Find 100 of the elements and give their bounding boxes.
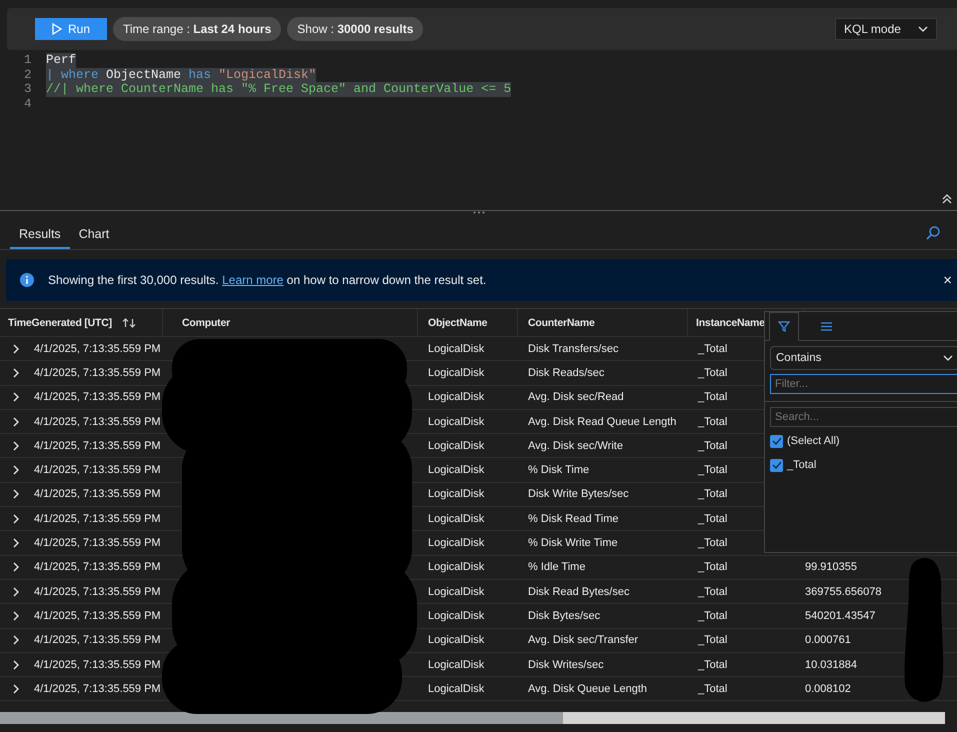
table-cell: _Total bbox=[698, 416, 728, 428]
line-number: 2 bbox=[23, 68, 33, 82]
table-cell: % Disk Write Time bbox=[528, 537, 618, 550]
table-cell: _Total bbox=[698, 682, 728, 695]
table-cell: 4/1/2025, 7:13:35.559 PM bbox=[34, 391, 161, 404]
table-cell: Avg. Disk sec/Read bbox=[528, 391, 624, 404]
sort-icon[interactable] bbox=[122, 318, 136, 328]
table-cell: % Idle Time bbox=[528, 561, 586, 574]
table-cell: 4/1/2025, 7:13:35.559 PM bbox=[34, 586, 161, 598]
table-cell: 10.031884 bbox=[805, 658, 857, 670]
table-cell: Avg. Disk sec/Write bbox=[528, 440, 623, 452]
table-cell: 369755.656078 bbox=[805, 586, 882, 598]
play-icon bbox=[52, 23, 62, 35]
expand-icon[interactable] bbox=[13, 489, 19, 500]
chevron-down-icon bbox=[943, 355, 953, 361]
table-cell: 4/1/2025, 7:13:35.559 PM bbox=[34, 488, 161, 500]
expand-icon[interactable] bbox=[13, 392, 19, 402]
results-tab[interactable]: Results bbox=[10, 227, 70, 249]
table-cell: _Total bbox=[698, 561, 728, 574]
table-cell: Disk Transfers/sec bbox=[528, 342, 618, 355]
operator-dropdown[interactable]: Contains bbox=[770, 346, 957, 370]
table-cell: 4/1/2025, 7:13:35.559 PM bbox=[34, 464, 161, 476]
table-cell: Disk Writes/sec bbox=[528, 658, 604, 670]
expand-icon[interactable] bbox=[13, 660, 19, 670]
expand-icon[interactable] bbox=[13, 562, 19, 572]
table-cell: Disk Bytes/sec bbox=[528, 610, 600, 622]
table-cell: LogicalDisk bbox=[428, 391, 484, 404]
table-cell: _Total bbox=[698, 440, 728, 452]
info-icon bbox=[20, 273, 34, 287]
table-cell: 4/1/2025, 7:13:35.559 PM bbox=[34, 658, 161, 670]
chevron-down-icon bbox=[918, 26, 928, 32]
expand-icon[interactable] bbox=[13, 610, 19, 621]
table-cell: 4/1/2025, 7:13:35.559 PM bbox=[34, 342, 161, 355]
horizontal-scrollbar[interactable] bbox=[0, 712, 945, 724]
learn-more-link[interactable]: Learn more bbox=[222, 273, 284, 287]
results-tab[interactable]: Chart bbox=[70, 227, 118, 249]
mode-dropdown[interactable]: KQL mode bbox=[835, 18, 937, 40]
table-cell: LogicalDisk bbox=[428, 512, 484, 525]
table-cell: Disk Read Bytes/sec bbox=[528, 586, 630, 598]
table-cell: LogicalDisk bbox=[428, 440, 484, 452]
column-header[interactable]: Computer bbox=[182, 316, 230, 328]
table-cell: _Total bbox=[698, 512, 728, 525]
filter-field[interactable]: Filter... bbox=[770, 374, 957, 394]
table-cell: LogicalDisk bbox=[428, 658, 484, 670]
code-editor[interactable]: 1 Perf 2 | where ObjectName has "LogicalDisk" 3 //| where CounterName has "% Free Space" and CounterValue <= 5 4 bbox=[0, 50, 957, 210]
table-cell: LogicalDisk bbox=[428, 464, 484, 476]
table-cell: Disk Reads/sec bbox=[528, 366, 604, 379]
table-cell: 4/1/2025, 7:13:35.559 PM bbox=[34, 440, 161, 452]
table-cell: LogicalDisk bbox=[428, 634, 484, 646]
table-cell: _Total bbox=[698, 464, 728, 476]
line-number: 1 bbox=[23, 53, 33, 68]
expand-icon[interactable] bbox=[13, 635, 19, 646]
column-header[interactable]: ObjectName bbox=[428, 316, 488, 328]
column-header[interactable]: CounterName bbox=[528, 316, 595, 328]
expand-icon[interactable] bbox=[13, 538, 19, 548]
result-limit-button[interactable]: Show : 30000 results bbox=[287, 17, 424, 41]
column-header[interactable]: InstanceName bbox=[696, 316, 765, 328]
table-cell: _Total bbox=[698, 366, 728, 379]
table-cell: 540201.43547 bbox=[805, 610, 876, 622]
column-header[interactable]: TimeGenerated [UTC] bbox=[8, 316, 112, 328]
table-cell: _Total bbox=[698, 634, 728, 646]
expand-icon[interactable] bbox=[13, 344, 19, 354]
table-cell: 0.000761 bbox=[805, 634, 851, 646]
table-cell: 4/1/2025, 7:13:35.559 PM bbox=[34, 561, 161, 574]
search-icon[interactable] bbox=[925, 225, 941, 241]
expand-icon[interactable] bbox=[13, 684, 19, 694]
table-cell: 4/1/2025, 7:13:35.559 PM bbox=[34, 634, 161, 646]
expand-icon[interactable] bbox=[13, 586, 19, 597]
table-cell: % Disk Read Time bbox=[528, 512, 618, 525]
table-cell: _Total bbox=[698, 610, 728, 622]
table-cell: LogicalDisk bbox=[428, 561, 484, 574]
time-range-button[interactable]: Time range : Last 24 hours bbox=[113, 17, 282, 41]
expand-icon[interactable] bbox=[13, 440, 19, 451]
search-field[interactable]: Search... bbox=[770, 407, 957, 427]
close-button[interactable]: × bbox=[943, 272, 952, 288]
expand-icon[interactable] bbox=[13, 465, 19, 476]
table-cell: _Total bbox=[698, 658, 728, 670]
expand-icon[interactable] bbox=[13, 368, 19, 378]
splitter-handle-icon[interactable] bbox=[472, 211, 484, 214]
table-cell: LogicalDisk bbox=[428, 416, 484, 428]
table-cell: Avg. Disk Queue Length bbox=[528, 682, 648, 695]
table-cell: LogicalDisk bbox=[428, 682, 484, 695]
table-cell: _Total bbox=[698, 391, 728, 404]
table-cell: LogicalDisk bbox=[428, 610, 484, 622]
checkbox[interactable] bbox=[770, 434, 783, 448]
table-cell: LogicalDisk bbox=[428, 537, 484, 550]
table-cell: 4/1/2025, 7:13:35.559 PM bbox=[34, 512, 161, 525]
table-cell: 4/1/2025, 7:13:35.559 PM bbox=[34, 610, 161, 622]
filter-icon bbox=[778, 321, 790, 332]
expand-icon[interactable] bbox=[13, 416, 19, 427]
table-cell: 0.008102 bbox=[805, 682, 851, 695]
table-cell: LogicalDisk bbox=[428, 366, 484, 379]
filter-tab[interactable] bbox=[769, 312, 799, 341]
expand-icon[interactable] bbox=[13, 514, 19, 524]
table-cell: % Disk Time bbox=[528, 464, 590, 476]
checkbox[interactable] bbox=[770, 458, 783, 472]
table-cell: _Total bbox=[698, 342, 728, 355]
collapse-icon[interactable] bbox=[942, 194, 952, 204]
table-cell: Avg. Disk Read Queue Length bbox=[528, 416, 676, 428]
option-label: _Total bbox=[787, 459, 816, 471]
